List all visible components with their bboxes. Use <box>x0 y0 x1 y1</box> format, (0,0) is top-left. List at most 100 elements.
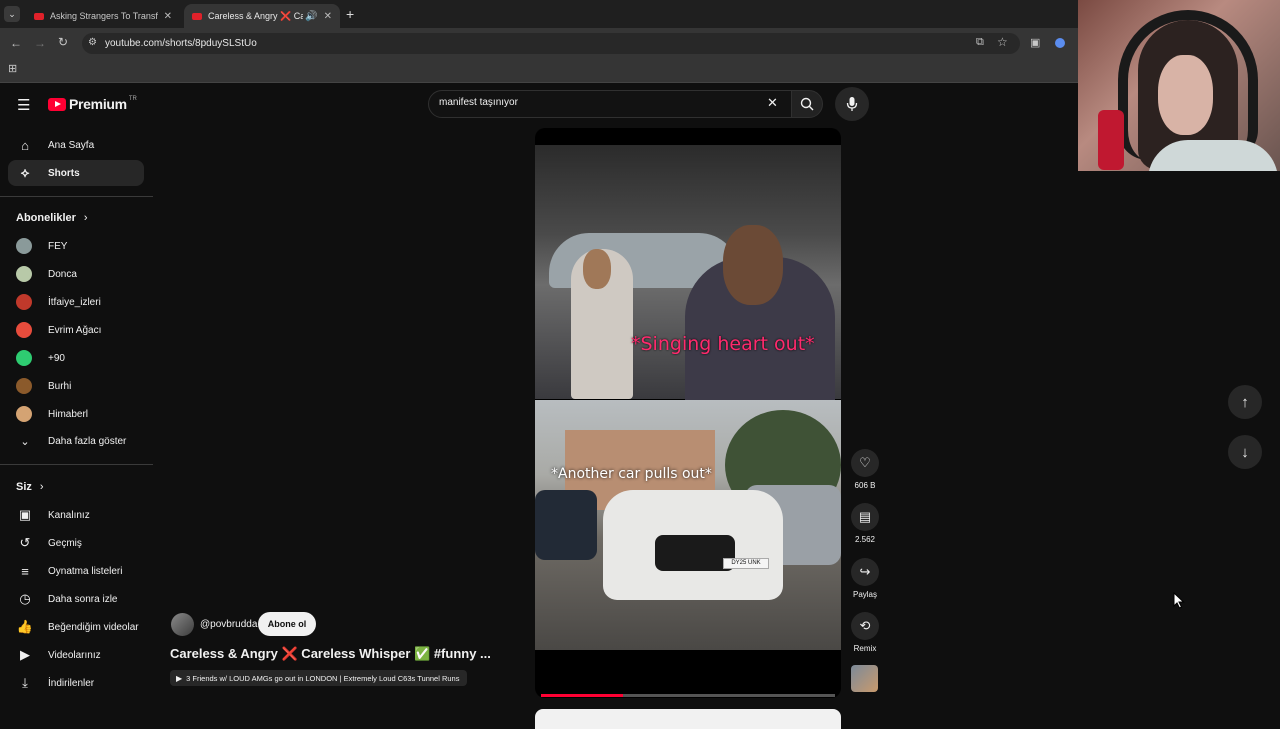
shorts-icon: ⟡ <box>20 165 30 180</box>
sound-thumbnail[interactable] <box>851 665 878 692</box>
sidebar-item-shorts[interactable]: ⟡ Shorts <box>8 160 144 186</box>
video-frame-top: *Singing heart out* <box>535 145 841 407</box>
subscriptions-header[interactable]: Abonelikler › <box>16 212 88 224</box>
voice-search-button[interactable] <box>835 87 869 121</box>
sidebar-item-subscription[interactable]: Donca <box>8 261 144 287</box>
clear-search-icon[interactable]: ✕ <box>767 95 778 111</box>
channel-avatar[interactable] <box>171 613 194 636</box>
tab-title: Asking Strangers To Transform <box>50 11 158 21</box>
sidebar-item-subscription[interactable]: Himaberl <box>8 401 144 427</box>
menu-icon[interactable]: ☰ <box>17 96 30 114</box>
show-more-button[interactable]: ⌄ Daha fazla göster <box>8 428 144 454</box>
sidebar-item-subscription[interactable]: İtfaiye_izleri <box>8 289 144 315</box>
like-count: 606 B <box>854 481 876 490</box>
sidebar-item-thumbs-up[interactable]: 👍 Beğendiğim videolar <box>8 614 144 640</box>
playlists-icon: ≡ <box>21 563 29 579</box>
chevron-down-icon: ⌄ <box>20 435 30 448</box>
next-short-button[interactable]: ↓ <box>1228 435 1262 469</box>
sidebar-item-subscription[interactable]: Evrim Ağacı <box>8 317 144 343</box>
remix-label: Remix <box>853 644 877 653</box>
new-tab-button[interactable]: + <box>346 6 354 22</box>
chevron-right-icon: › <box>83 212 88 224</box>
channel-avatar <box>16 322 32 338</box>
progress-track[interactable] <box>541 694 835 697</box>
sidebar-item-video[interactable]: ▶ Videolarınız <box>8 642 144 668</box>
browser-tab-1[interactable]: Asking Strangers To Transform ✕ <box>26 4 180 28</box>
bookmark-star-icon[interactable]: ☆ <box>997 35 1008 49</box>
arrow-up-icon: ↑ <box>1241 393 1249 411</box>
chevron-right-icon: › <box>39 481 44 493</box>
reload-icon[interactable]: ↻ <box>58 35 68 49</box>
short-player[interactable]: *Singing heart out* DY25 UNK *Another ca… <box>535 128 841 698</box>
url-text: youtube.com/shorts/8pduySLStUo <box>105 38 257 49</box>
sidebar-divider <box>0 196 153 197</box>
sidebar-item-label: İndirilenler <box>48 677 95 689</box>
caption-top: *Singing heart out* <box>631 333 815 355</box>
share-button[interactable]: ↪ Paylaş <box>848 558 882 599</box>
close-tab-icon[interactable]: ✕ <box>164 11 172 22</box>
sidebar-item-label: Donca <box>48 268 77 280</box>
search-icon <box>800 97 814 111</box>
like-button[interactable]: ♡ 606 B <box>848 449 882 490</box>
sidebar-item-playlists[interactable]: ≡ Oynatma listeleri <box>8 558 144 584</box>
sidebar-item-home[interactable]: ⌂ Ana Sayfa <box>8 132 144 158</box>
sidebar-item-label: +90 <box>48 352 65 364</box>
tab-search-button[interactable]: ⌄ <box>4 6 20 22</box>
sidebar-item-subscription[interactable]: +90 <box>8 345 144 371</box>
sidebar-item-label: FEY <box>48 240 68 252</box>
sidebar-item-channel[interactable]: ▣ Kanalınız <box>8 502 144 528</box>
bookmarks-bar <box>0 58 1078 83</box>
related-video-chip[interactable]: ▶ 3 Friends w/ LOUD AMGs go out in LONDO… <box>170 670 468 686</box>
youtube-logo[interactable]: Premium TR <box>48 96 137 112</box>
sidebar-item-label: Kanalınız <box>48 509 90 521</box>
logo-text: Premium <box>69 96 127 112</box>
sidebar-item-label: Geçmiş <box>48 537 82 549</box>
channel-name[interactable]: @povbrudda <box>200 619 257 630</box>
channel-avatar <box>16 238 32 254</box>
sidebar-item-label: Shorts <box>48 167 80 179</box>
you-header[interactable]: Siz › <box>16 481 44 493</box>
install-app-icon[interactable]: ⧉ <box>976 36 984 49</box>
channel-avatar <box>16 266 32 282</box>
speaker-icon[interactable]: 🔊 <box>305 11 317 22</box>
back-icon[interactable]: ← <box>10 36 22 50</box>
search-button[interactable] <box>791 90 823 118</box>
sidebar-item-subscription[interactable]: FEY <box>8 233 144 259</box>
sidebar-item-label: Oynatma listeleri <box>48 565 123 577</box>
video-frame-bottom: DY25 UNK *Another car pulls out* <box>535 400 841 650</box>
comments-button[interactable]: ▤ 2.562 <box>848 503 882 544</box>
subscribe-button[interactable]: Abone ol <box>258 612 316 636</box>
sidebar-item-label: Daha fazla göster <box>48 435 127 447</box>
forward-icon[interactable]: → <box>34 36 46 50</box>
arrow-down-icon: ↓ <box>1241 443 1249 461</box>
extension-icon[interactable]: ▣ <box>1030 36 1040 49</box>
sidebar-item-download[interactable]: ⤓ İndirilenler <box>8 670 144 696</box>
download-icon: ⤓ <box>22 675 28 690</box>
sidebar-item-history[interactable]: ↺ Geçmiş <box>8 530 144 556</box>
shirt-shape <box>1148 140 1278 171</box>
next-short-preview[interactable] <box>535 709 841 729</box>
close-tab-icon[interactable]: ✕ <box>324 11 332 22</box>
video-icon: ▶ <box>20 647 30 662</box>
you-title: Siz <box>16 481 32 493</box>
short-title[interactable]: Careless & Angry ❌ Careless Whisper ✅ #f… <box>170 646 491 662</box>
sidebar-item-label: İtfaiye_izleri <box>48 296 101 308</box>
heart-icon: ♡ <box>851 449 879 477</box>
face-shape <box>1158 55 1213 135</box>
previous-short-button[interactable]: ↑ <box>1228 385 1262 419</box>
apps-grid-icon[interactable]: ⊞ <box>8 62 17 75</box>
browser-tab-2[interactable]: Careless & Angry ❌ Careless 🔊 ✕ <box>184 4 340 28</box>
tab-title: Careless & Angry ❌ Careless <box>208 10 304 21</box>
sidebar-item-label: Burhi <box>48 380 72 392</box>
profile-icon[interactable] <box>1055 38 1065 48</box>
sidebar-item-label: Beğendiğim videolar <box>48 621 139 633</box>
remix-button[interactable]: ⟲ Remix <box>848 612 882 653</box>
comment-icon: ▤ <box>851 503 879 531</box>
share-icon: ↪ <box>851 558 879 586</box>
parked-car-left-shape <box>535 490 597 560</box>
sidebar-item-subscription[interactable]: Burhi <box>8 373 144 399</box>
youtube-favicon-icon <box>34 12 44 20</box>
sidebar-item-clock[interactable]: ◷ Daha sonra izle <box>8 586 144 612</box>
site-info-icon[interactable]: ⚙ <box>88 37 97 48</box>
search-input[interactable]: manifest taşınıyor <box>439 97 518 108</box>
